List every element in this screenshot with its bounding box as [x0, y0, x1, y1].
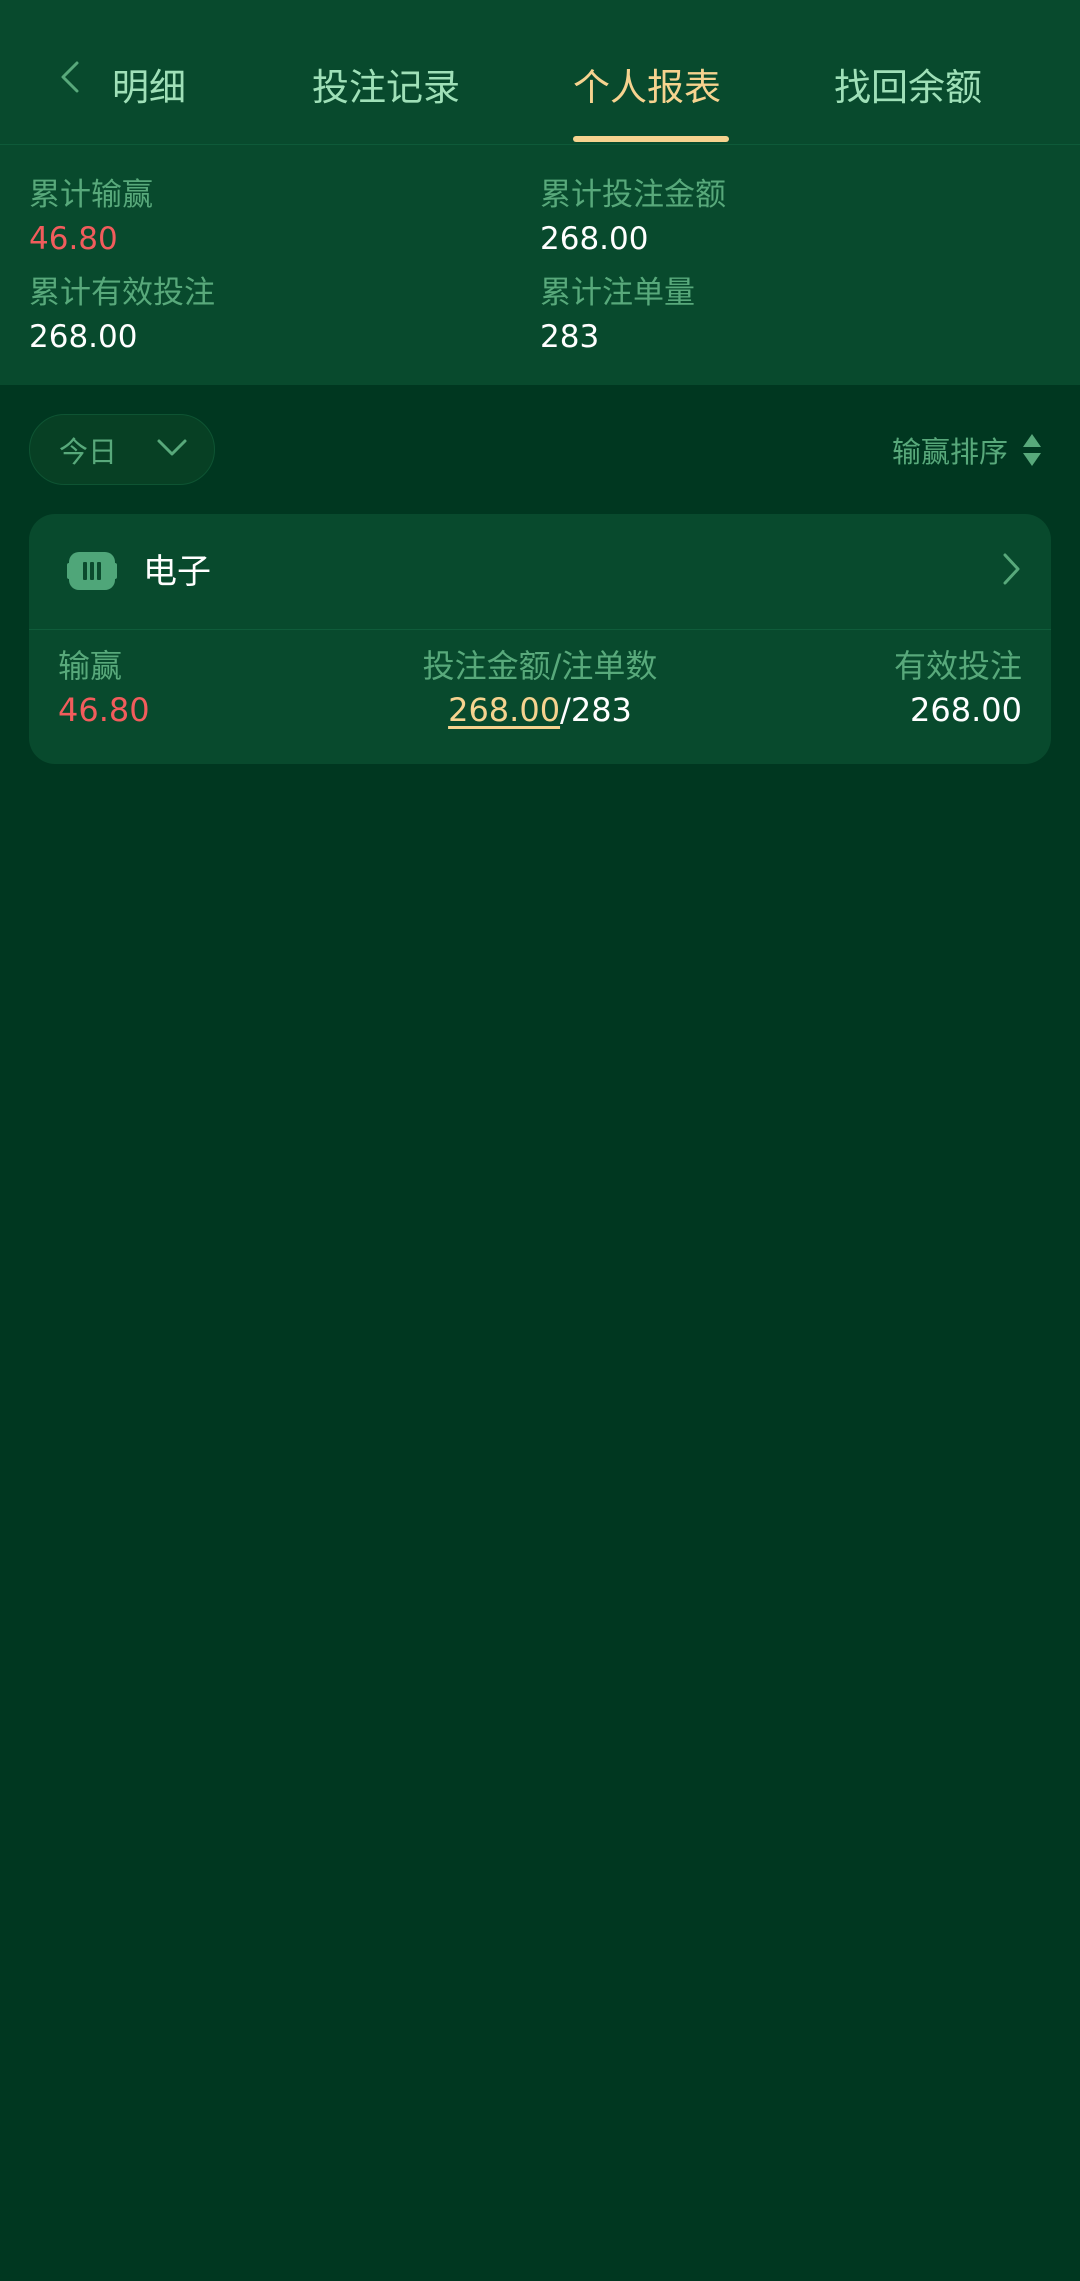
- stat-value: 46.80: [29, 221, 118, 257]
- sort-by-winloss-button[interactable]: 输赢排序: [892, 424, 1042, 476]
- stat-label: 累计投注金额: [540, 177, 726, 213]
- tab-personal-report[interactable]: 个人报表: [573, 58, 721, 118]
- tabs-scroller[interactable]: 明细 投注记录 个人报表 找回余额: [0, 0, 1080, 145]
- tab-recover-balance[interactable]: 找回余额: [834, 58, 982, 118]
- stat-label: 累计注单量: [540, 275, 695, 311]
- category-title: 电子: [143, 552, 211, 592]
- separator: /: [560, 691, 571, 729]
- stat-total-winloss: 累计输赢 46.80: [29, 173, 153, 261]
- summary-panel: 累计输赢 46.80 累计投注金额 268.00 累计有效投注 268.00 累…: [0, 145, 1080, 385]
- tab-bet-records[interactable]: 投注记录: [312, 58, 460, 118]
- bet-amount-link[interactable]: 268.00: [448, 691, 560, 729]
- slot-machine-icon: [67, 552, 117, 590]
- sort-icon: [1023, 434, 1041, 466]
- chevron-left-icon: [61, 61, 79, 93]
- card-valid-bet: 有效投注 268.00: [894, 644, 1022, 732]
- stat-value: 268.00: [540, 221, 649, 257]
- stat-label: 累计输赢: [29, 177, 153, 213]
- stat-value: 283: [540, 319, 600, 355]
- valid-bet-label: 有效投注: [893, 647, 1022, 685]
- back-button[interactable]: [50, 55, 90, 99]
- stat-total-bet-amount: 累计投注金额 268.00: [540, 173, 726, 261]
- stat-label: 累计有效投注: [29, 275, 215, 311]
- category-card-header[interactable]: 电子: [29, 514, 1051, 630]
- date-filter-value: 今日: [59, 434, 118, 469]
- chevron-right-icon: [1003, 553, 1020, 585]
- stat-total-valid-bet: 累计有效投注 268.00: [29, 271, 215, 359]
- category-card: 电子 输赢 46.80 投注金额/注单数 268.00/283 有效投注 268…: [29, 514, 1051, 764]
- sort-label: 输赢排序: [891, 435, 1008, 469]
- tab-details[interactable]: 明细: [112, 58, 186, 118]
- stat-total-bet-count: 累计注单量 283: [540, 271, 695, 359]
- top-tab-bar: 明细 投注记录 个人报表 找回余额: [0, 0, 1080, 145]
- valid-bet-value: 268.00: [910, 691, 1022, 729]
- bet-count-value: 283: [570, 691, 632, 729]
- stat-value: 268.00: [29, 319, 138, 355]
- date-filter-dropdown[interactable]: 今日: [29, 414, 215, 485]
- active-tab-indicator: [573, 136, 729, 142]
- chevron-down-icon: [157, 439, 187, 456]
